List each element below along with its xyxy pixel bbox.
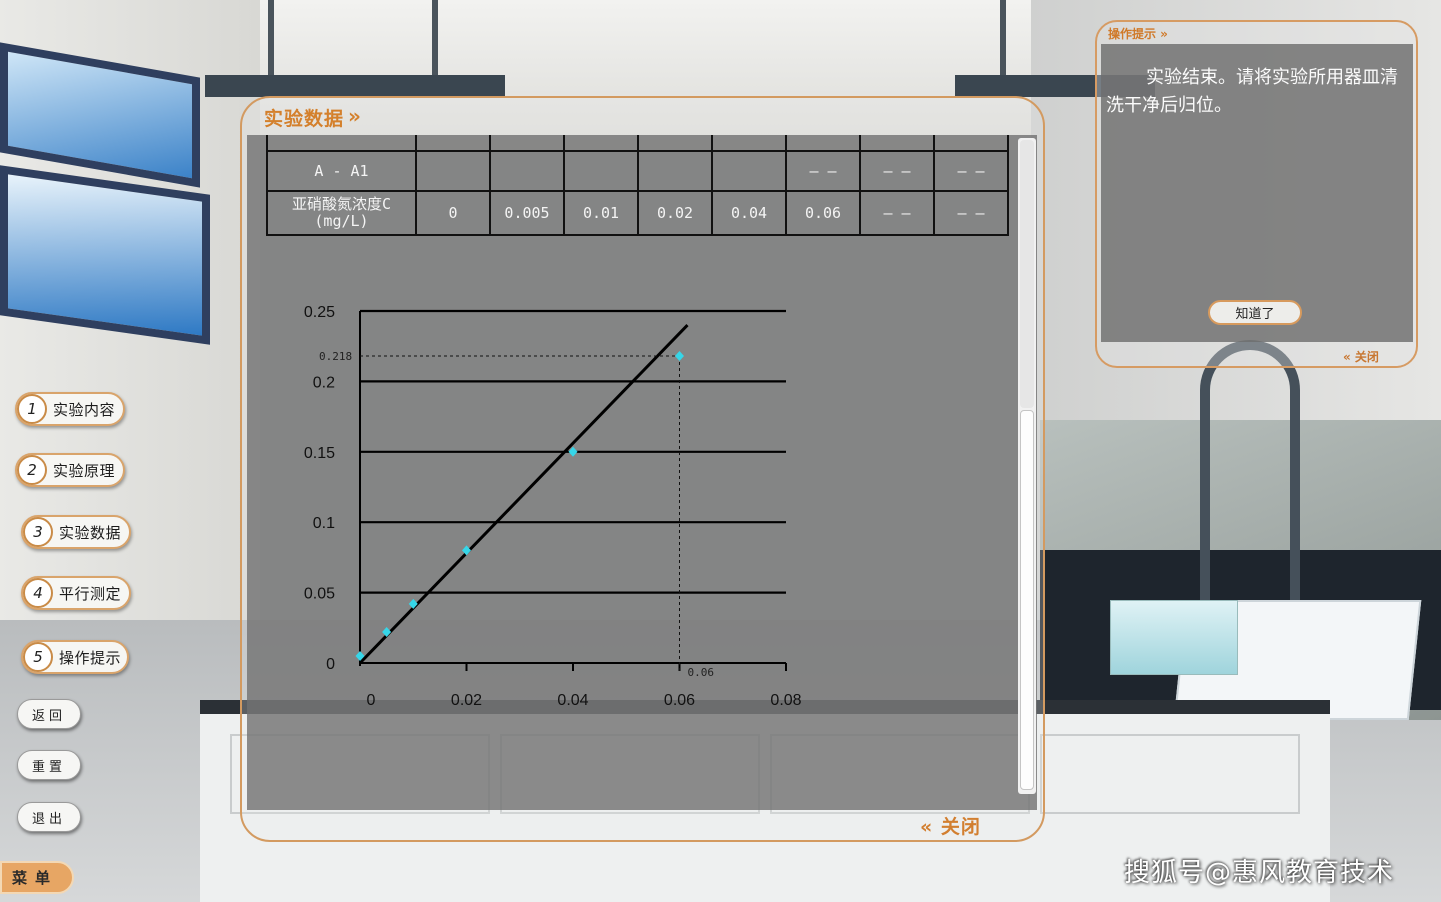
x-tick-label: 0 [367, 692, 376, 709]
y-tick-label: 0.25 [304, 304, 335, 321]
nav-item-operation-tips[interactable]: 5 操作提示 [21, 640, 129, 674]
sponge-box [1110, 600, 1238, 675]
table-cell: 0.06 [785, 190, 861, 236]
tips-message: 实验结束。请将实验所用器皿清洗干净后归位。 [1106, 67, 1398, 116]
nav-item-label: 操作提示 [59, 648, 122, 667]
nav-item-label: 实验内容 [53, 400, 116, 419]
row-header: A - A1 [266, 150, 417, 192]
lamp-rod [432, 0, 438, 75]
table-cell: 0.02 [637, 190, 713, 236]
scrollbar-upper [1020, 140, 1034, 408]
row-header-unit: (mg/L) [314, 212, 369, 230]
scrollbar-thumb[interactable] [1020, 410, 1034, 790]
table-cell [711, 150, 787, 192]
row-header: 亚硝酸氮浓度C (mg/L) [266, 190, 417, 236]
table-cell [489, 135, 565, 152]
tips-close-button[interactable]: « 关闭 [1343, 348, 1379, 365]
table-cell: 0.01 [563, 190, 639, 236]
table-cell [637, 150, 713, 192]
data-point [675, 351, 684, 362]
menu-button[interactable]: 菜单 [0, 861, 74, 894]
table-cell: — — [859, 150, 935, 192]
table-cell [711, 135, 787, 152]
nav-item-number: 4 [23, 578, 53, 608]
nav-item-label: 实验数据 [59, 523, 122, 542]
table-cell: — — [785, 150, 861, 192]
table-cell [563, 150, 639, 192]
tips-ok-button[interactable]: 知道了 [1208, 300, 1302, 325]
table-row-concentration: 亚硝酸氮浓度C (mg/L) 0 0.005 0.01 0.02 0.04 0.… [266, 190, 1009, 236]
table-cell: — — [859, 190, 935, 236]
nav-item-number: 3 [23, 517, 53, 547]
table-cell [563, 135, 639, 152]
tips-title: 操作提示 » [1108, 27, 1168, 41]
y-tick-label: 0.05 [304, 586, 335, 603]
table-cell: 0.005 [489, 190, 565, 236]
x-tick-label: 0.04 [557, 692, 588, 709]
nav-item-parallel-measurement[interactable]: 4 平行测定 [21, 576, 131, 610]
lamp-rod [268, 0, 274, 75]
table-cell [637, 135, 713, 152]
table-cell [859, 135, 935, 152]
y-tick-label: 0 [326, 656, 335, 673]
nav-item-experiment-data[interactable]: 3 实验数据 [21, 515, 131, 549]
nav-item-label: 平行测定 [59, 584, 122, 603]
panel-close-button[interactable]: « 关闭 [920, 812, 981, 839]
reset-button[interactable]: 重置 [17, 750, 81, 780]
window [0, 165, 210, 345]
panel-title: 实验数据 [264, 108, 345, 130]
table-cell: 0 [415, 190, 491, 236]
x-tick-label: 0.08 [770, 692, 801, 709]
drawer [1040, 734, 1300, 814]
table-cell [489, 150, 565, 192]
table-cell [415, 150, 491, 192]
table-cell [266, 135, 417, 152]
fit-line [358, 324, 689, 665]
watermark: 搜狐号@惠风教育技术 [1124, 858, 1395, 888]
annotation-x-label: 0.06 [688, 666, 715, 679]
nav-item-experiment-content[interactable]: 1 实验内容 [15, 392, 125, 426]
data-point [408, 598, 418, 609]
nav-item-number: 5 [23, 642, 53, 672]
data-point [462, 545, 471, 556]
table-row-absorbance: A - A1 — — — — — — [266, 150, 1009, 192]
table-cell [933, 135, 1009, 152]
chevron-right-icon: » [348, 104, 361, 128]
lamp-rod [1000, 0, 1006, 75]
x-tick-label: 0.02 [451, 692, 482, 709]
nav-item-experiment-principle[interactable]: 2 实验原理 [15, 453, 125, 487]
nav-item-number: 2 [17, 455, 47, 485]
faucet [1200, 340, 1300, 600]
table-cell [415, 135, 491, 152]
annotation-y-label: 0.218 [319, 350, 352, 363]
table-row [266, 135, 1009, 152]
data-table: A - A1 — — — — — — 亚硝酸氮浓度C (mg/L) 0 0.00… [266, 135, 1009, 236]
table-cell: — — [933, 190, 1009, 236]
back-button[interactable]: 返回 [17, 699, 81, 729]
ceiling-lamp [205, 75, 505, 97]
x-tick-label: 0.06 [664, 692, 695, 709]
exit-button[interactable]: 退出 [17, 802, 81, 832]
calibration-chart: 0 0.05 0.1 0.15 0.2 0.25 0 0.02 0.04 0.06 0.08 0.21… [304, 304, 802, 709]
nav-item-label: 实验原理 [53, 461, 116, 480]
row-header-line: 亚硝酸氮浓度C [291, 195, 392, 213]
table-cell: 0.04 [711, 190, 787, 236]
table-cell: — — [933, 150, 1009, 192]
nav-item-number: 1 [17, 394, 47, 424]
table-cell [785, 135, 861, 152]
y-tick-label: 0.15 [304, 445, 335, 462]
y-tick-label: 0.2 [313, 374, 335, 391]
data-point [382, 627, 392, 638]
y-tick-label: 0.1 [313, 515, 335, 532]
